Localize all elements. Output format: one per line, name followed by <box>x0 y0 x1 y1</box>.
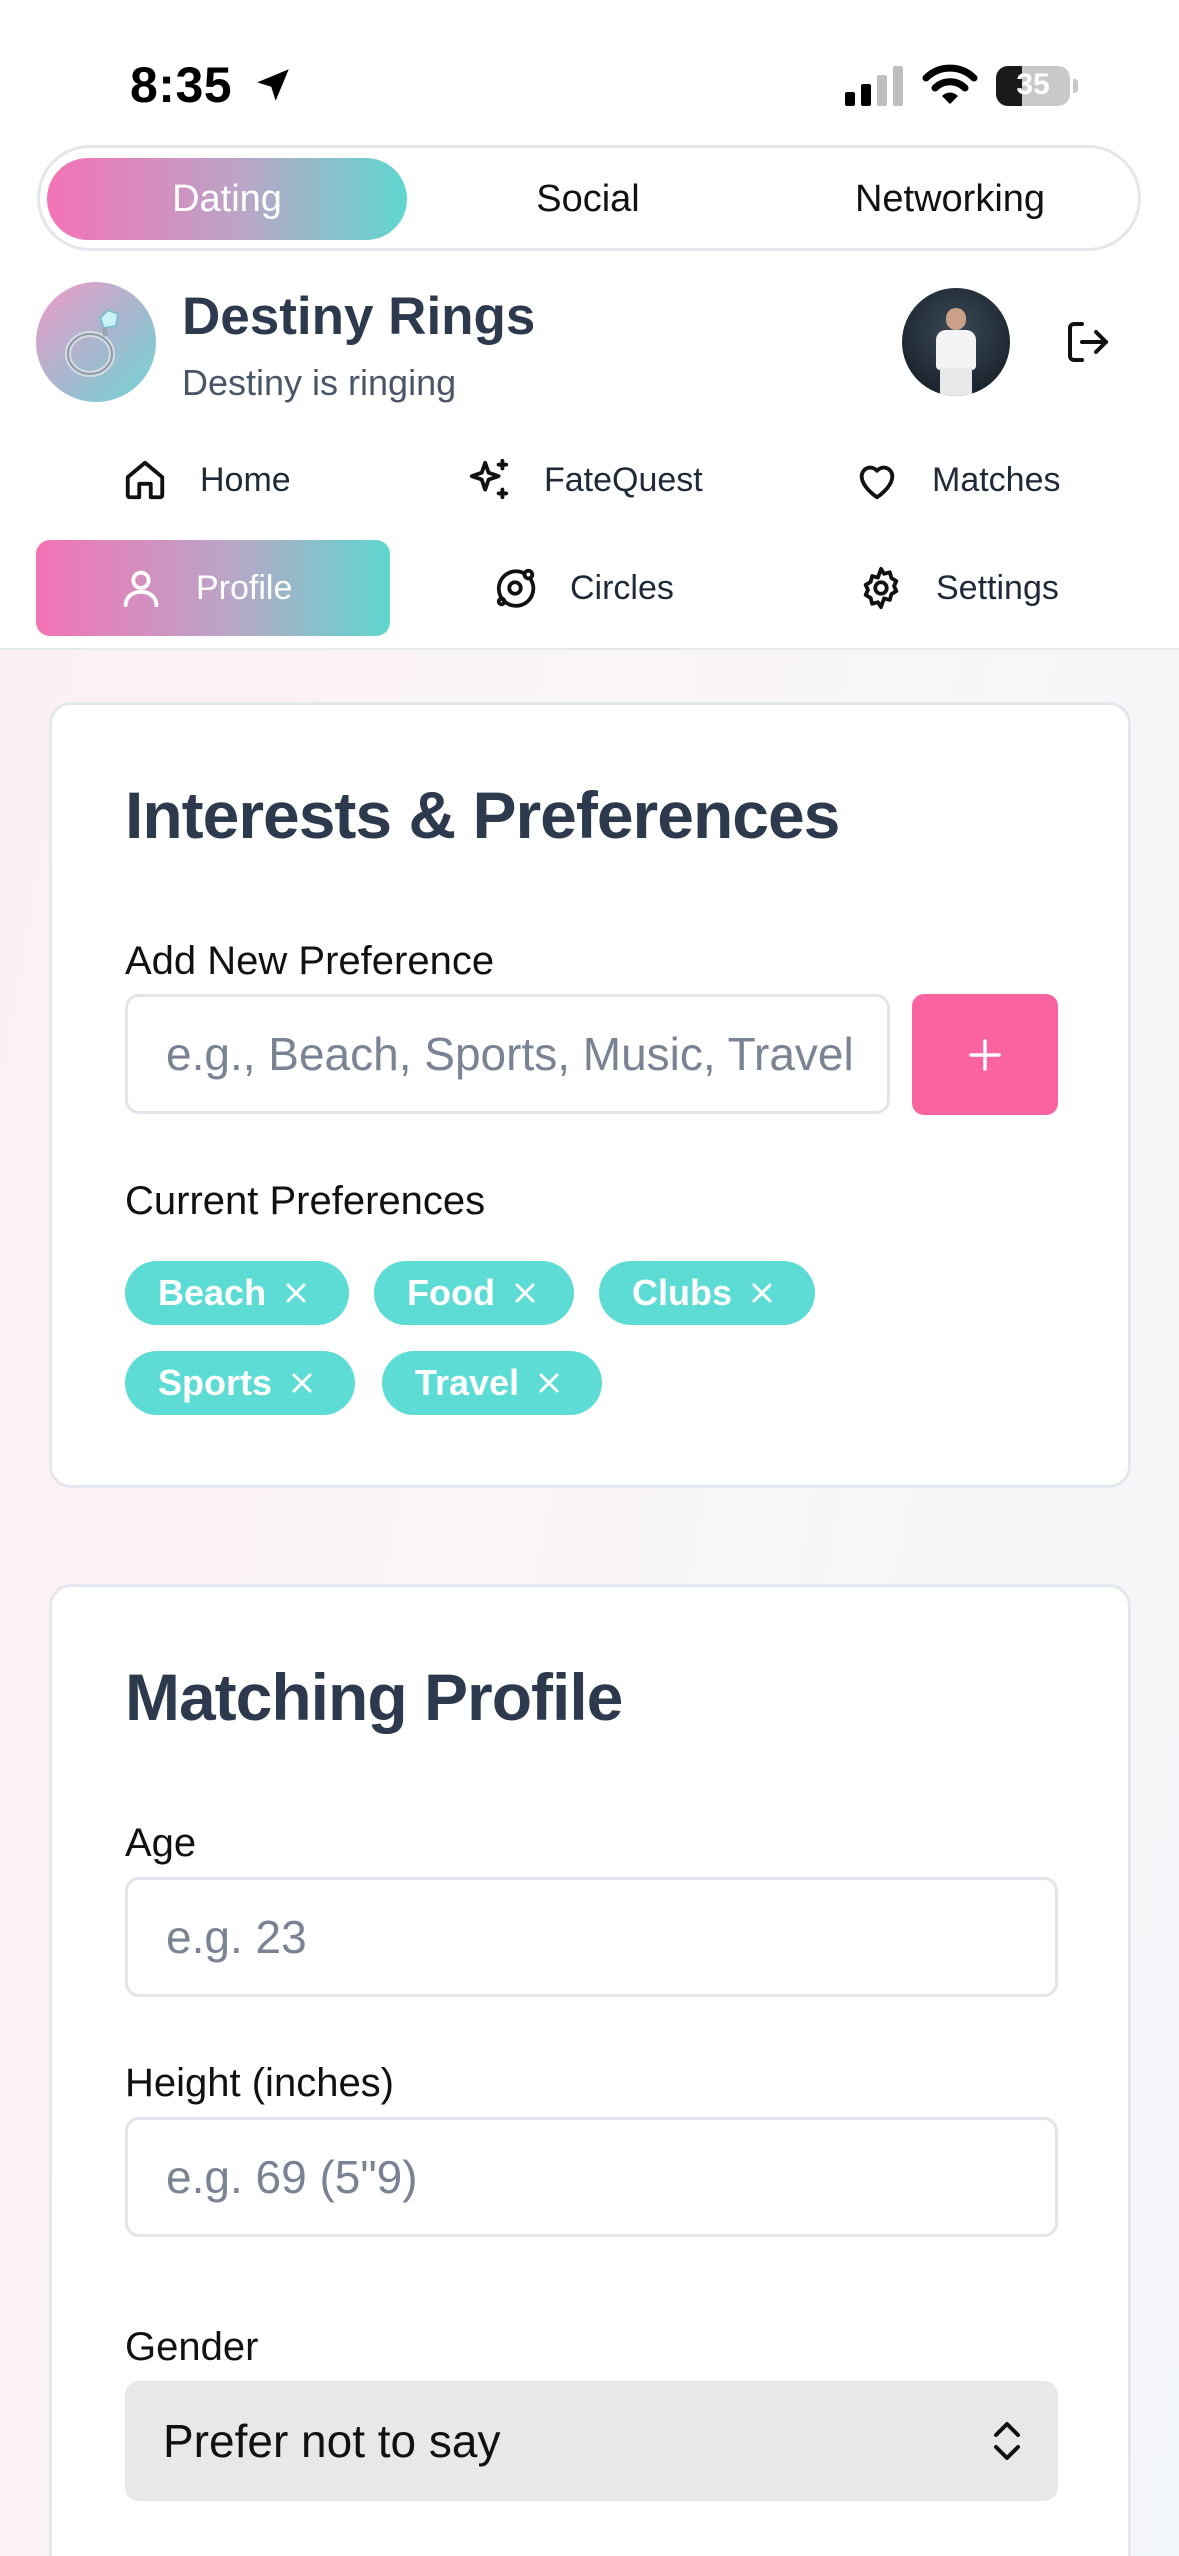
preference-chip[interactable]: Beach <box>125 1261 349 1325</box>
app-logo <box>36 282 156 402</box>
height-input[interactable]: e.g. 69 (5"9) <box>125 2117 1058 2237</box>
nav-label-home: Home <box>200 460 291 499</box>
add-preference-input[interactable]: e.g., Beach, Sports, Music, Travel <box>125 994 890 1114</box>
wifi-icon <box>922 64 978 104</box>
location-arrow-icon <box>257 69 289 101</box>
gender-select[interactable]: Prefer not to say <box>125 2381 1058 2501</box>
user-icon <box>123 570 159 608</box>
chevron-up-down-icon <box>994 2422 1020 2460</box>
app-subtitle: Destiny is ringing <box>182 362 457 403</box>
preference-chip[interactable]: Clubs <box>599 1261 815 1325</box>
age-input[interactable]: e.g. 23 <box>125 1877 1058 1997</box>
nav-label-circles: Circles <box>570 568 674 607</box>
add-preference-button[interactable] <box>912 994 1058 1115</box>
ring-icon <box>65 308 120 377</box>
chip-label: Food <box>407 1272 495 1313</box>
chip-label: Travel <box>415 1362 520 1403</box>
home-icon <box>125 460 165 500</box>
mode-tab-networking[interactable]: Networking <box>770 158 1130 240</box>
current-preferences-label: Current Preferences <box>125 1179 486 1223</box>
nav-label-profile: Profile <box>196 568 293 607</box>
nav-label-fatequest: FateQuest <box>544 460 703 499</box>
age-label: Age <box>125 1821 197 1865</box>
remove-chip-icon[interactable] <box>513 1281 537 1305</box>
cellular-signal-icon <box>845 66 903 106</box>
plus-icon <box>969 1038 1001 1071</box>
chip-label: Clubs <box>632 1272 733 1313</box>
nav-item-fatequest[interactable]: FateQuest <box>466 432 786 528</box>
remove-chip-icon[interactable] <box>537 1371 561 1395</box>
remove-chip-icon[interactable] <box>284 1281 308 1305</box>
chip-label: Sports <box>158 1362 273 1403</box>
logout-icon[interactable] <box>1064 318 1112 366</box>
remove-chip-icon[interactable] <box>290 1371 314 1395</box>
status-bar: 8:35 35 <box>0 0 1179 140</box>
nav-label-settings: Settings <box>936 568 1059 607</box>
mode-switch: Dating Social Networking <box>37 145 1141 251</box>
interests-title: Interests & Preferences <box>125 778 840 852</box>
preference-chip[interactable]: Travel <box>382 1351 602 1415</box>
preference-chip[interactable]: Sports <box>125 1351 355 1415</box>
nav-item-profile[interactable]: Profile <box>36 540 390 636</box>
nav-item-home[interactable]: Home <box>122 432 422 528</box>
chip-label: Beach <box>158 1272 267 1313</box>
user-avatar[interactable] <box>902 288 1010 396</box>
matching-profile-card: Matching Profile Age e.g. 23 Height (inc… <box>49 1584 1131 2556</box>
matching-profile-title: Matching Profile <box>125 1660 623 1734</box>
height-label: Height (inches) <box>125 2061 395 2105</box>
gear-icon <box>863 566 899 610</box>
add-preference-label: Add New Preference <box>125 939 495 983</box>
nav-item-matches[interactable]: Matches <box>854 432 1154 528</box>
nav-item-circles[interactable]: Circles <box>492 540 792 636</box>
nav-item-settings[interactable]: Settings <box>858 540 1158 636</box>
status-time: 8:35 <box>130 57 233 113</box>
preference-chip[interactable]: Food <box>374 1261 574 1325</box>
app-title: Destiny Rings <box>182 287 536 346</box>
mode-tab-social[interactable]: Social <box>408 158 768 240</box>
gender-label: Gender <box>125 2325 259 2369</box>
orbit-icon <box>496 568 536 608</box>
remove-chip-icon[interactable] <box>750 1281 774 1305</box>
battery-percent: 35 <box>1016 68 1050 101</box>
mode-tab-dating[interactable]: Dating <box>47 158 407 240</box>
heart-icon <box>859 465 895 500</box>
sparkles-icon <box>469 458 509 500</box>
battery-indicator: 35 <box>996 66 1078 106</box>
nav-label-matches: Matches <box>932 460 1061 499</box>
interests-card: Interests & Preferences Add New Preferen… <box>49 702 1131 1488</box>
gender-selected-value: Prefer not to say <box>163 2415 501 2467</box>
